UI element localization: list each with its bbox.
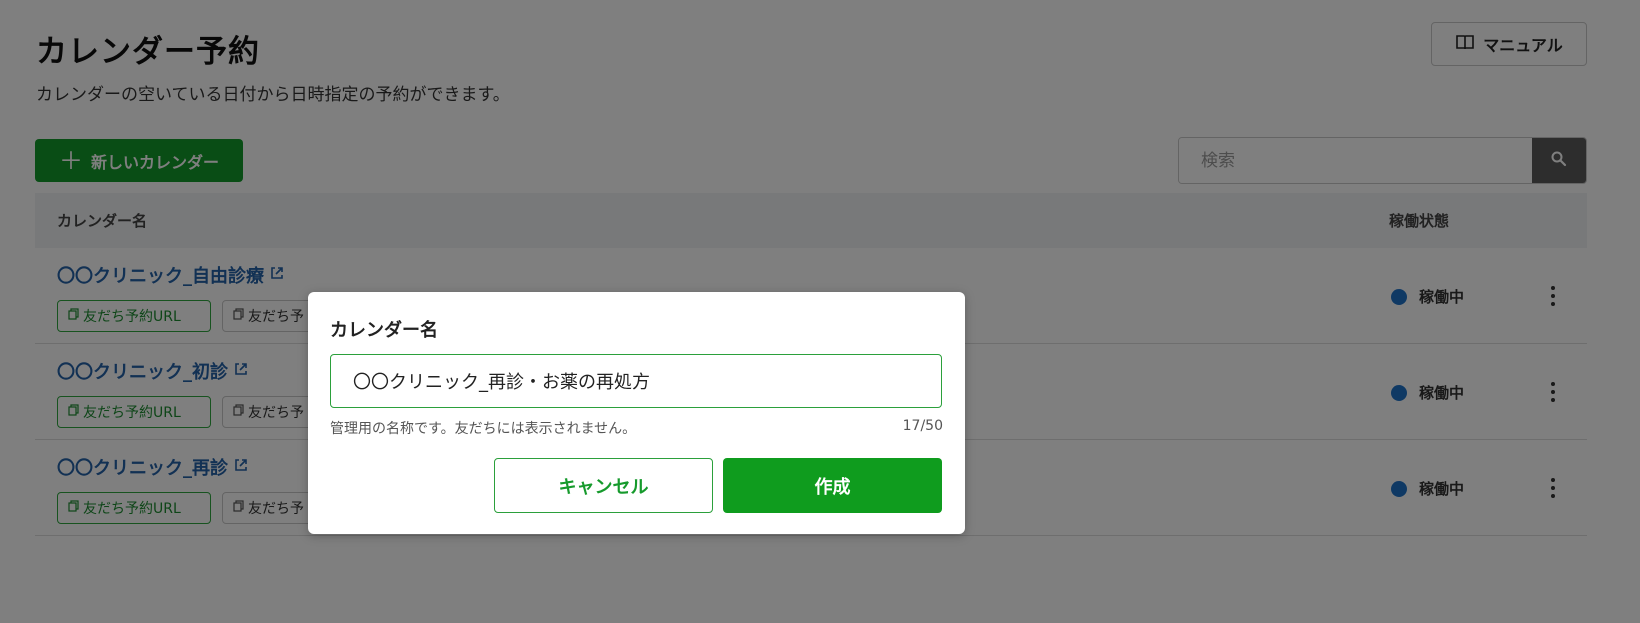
calendar-name-input[interactable] xyxy=(330,354,942,408)
calendar-name-field-label: カレンダー名 xyxy=(330,320,438,341)
create-button[interactable]: 作成 xyxy=(723,458,942,513)
calendar-page: カレンダー予約 カレンダーの空いている日付から日時指定の予約ができます。 マニュ… xyxy=(0,0,1640,623)
field-hint: 管理用の名称です。友だちには表示されません。 xyxy=(330,421,637,437)
character-counter: 17/50 xyxy=(902,418,943,434)
create-calendar-dialog: カレンダー名 管理用の名称です。友だちには表示されません。 17/50 キャンセ… xyxy=(308,292,965,534)
cancel-button[interactable]: キャンセル xyxy=(494,458,713,513)
